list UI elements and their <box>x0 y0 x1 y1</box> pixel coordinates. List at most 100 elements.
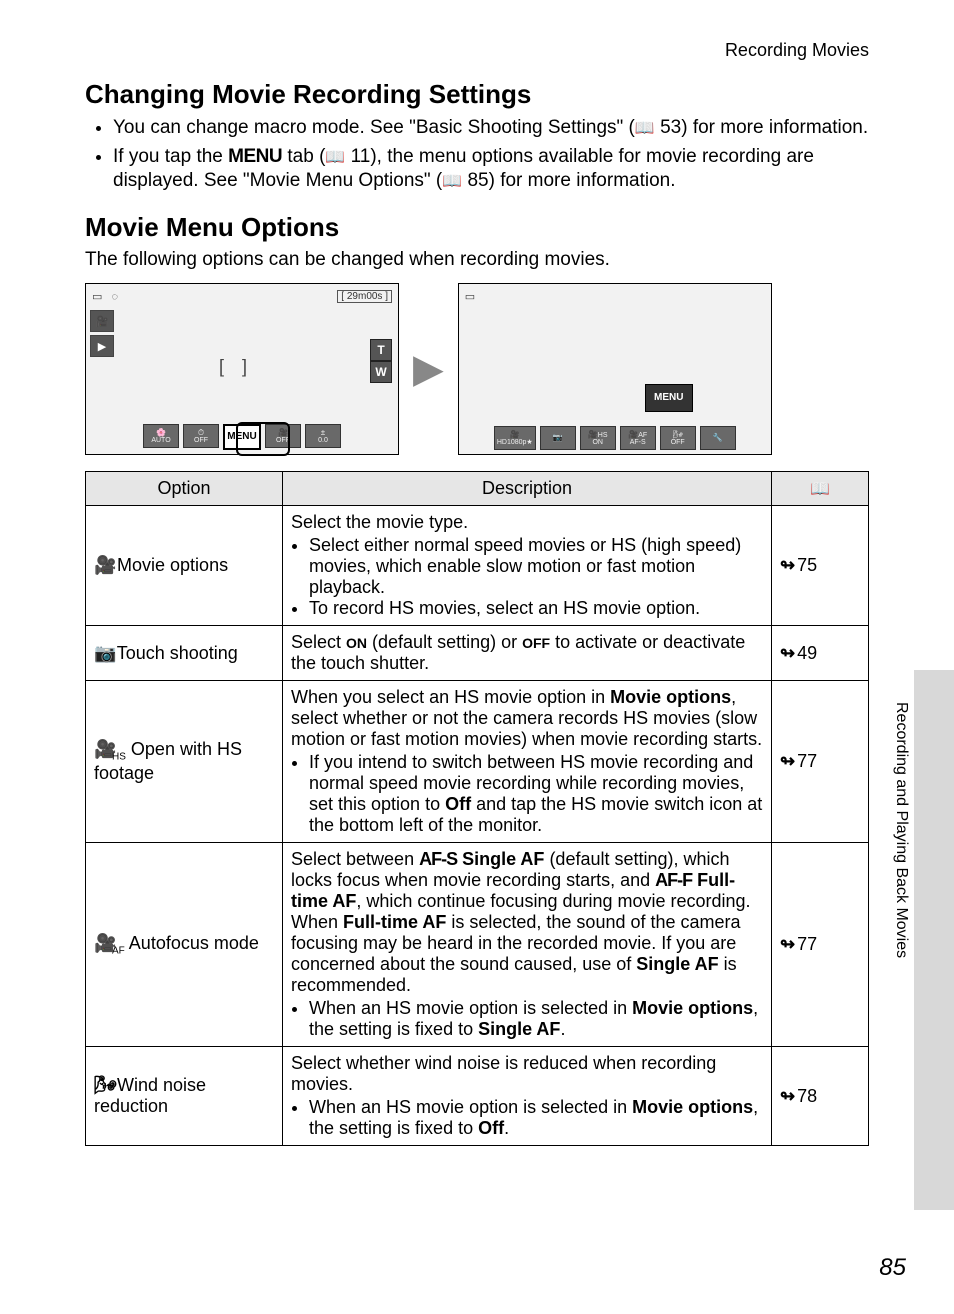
text: When you select an HS movie option in <box>291 687 610 707</box>
play-icon: ▶ <box>90 335 114 357</box>
book-icon <box>635 117 655 138</box>
bold: Movie options <box>632 1097 753 1117</box>
table-row: 🎥 Movie options Select the movie type. S… <box>86 506 869 626</box>
ref-icon <box>780 934 797 954</box>
bold: Movie options <box>632 998 753 1018</box>
desc-bullet: Select either normal speed movies or HS … <box>309 535 763 598</box>
text: Select <box>291 632 346 652</box>
bold: Single AF <box>636 954 718 974</box>
rec-time: [ 29m00s ] <box>337 290 392 303</box>
menu-highlight <box>236 422 290 456</box>
col-option: Option <box>86 472 283 506</box>
af-chip: 🎥AFAF-S <box>620 426 656 450</box>
bold: Single AF <box>457 849 544 869</box>
bold: Full-time AF <box>343 912 446 932</box>
option-name: Touch shooting <box>117 643 238 663</box>
text: . <box>560 1019 565 1039</box>
options-table: Option Description 🎥 Movie options Selec… <box>85 471 869 1146</box>
settings-bullets: You can change macro mode. See "Basic Sh… <box>85 116 869 194</box>
ref-icon <box>780 1086 797 1106</box>
ref-icon <box>780 751 797 771</box>
setup-chip: 🔧 <box>700 426 736 450</box>
zoom-out-icon: W <box>370 361 392 383</box>
text: , which continue focusing during movie r… <box>356 891 750 911</box>
battery-icon: ▭ <box>465 290 475 303</box>
camera-screenshot-1: ▭ ◌ [ 29m00s ] 🎥 ▶ [] T W 🌸AUTO ⏱OFF MEN… <box>85 283 399 455</box>
table-row: 🎥HS Open with HS footage When you select… <box>86 681 869 843</box>
arrow-icon: ▶ <box>413 346 444 392</box>
text: If you tap the <box>113 146 228 167</box>
option-name: Movie options <box>117 555 228 575</box>
af-icon: 🎥 <box>94 933 112 954</box>
desc-lead: Select the movie type. <box>291 512 468 532</box>
text: . <box>504 1118 509 1138</box>
menu-label-expanded: MENU <box>645 384 693 412</box>
ref-page: 49 <box>797 643 817 663</box>
bullet-macro: You can change macro mode. See "Basic Sh… <box>113 116 869 141</box>
text: ) for more information. <box>681 117 868 138</box>
wind-icon: 🌬 <box>94 1075 112 1096</box>
text: When <box>291 912 343 932</box>
camera-screenshot-2: ▭ MENU 🎥HD1080p★ 📷 🎥HSON 🎥AFAF-S 🌬OFF 🔧 <box>458 283 772 455</box>
book-icon <box>442 170 462 191</box>
text: When an HS movie option is selected in <box>309 1097 632 1117</box>
aff-glyph: AF-F <box>655 870 692 890</box>
table-row: 📷 Touch shooting Select ON (default sett… <box>86 626 869 681</box>
off-glyph: OFF <box>522 635 550 651</box>
bold: Off <box>478 1118 504 1138</box>
book-icon <box>325 146 345 167</box>
table-row: 🎥AF Autofocus mode Select between AF-S S… <box>86 843 869 1047</box>
bold: Movie options <box>610 687 731 707</box>
desc-bullet: If you intend to switch between HS movie… <box>309 752 763 836</box>
focus-brackets: [] <box>219 356 265 377</box>
desc-bullet: When an HS movie option is selected in M… <box>309 1097 763 1139</box>
desc-bullet: When an HS movie option is selected in M… <box>309 998 763 1040</box>
text: (default setting) or <box>367 632 522 652</box>
auto-chip: 🌸AUTO <box>143 424 179 448</box>
movie-quality-chip: 🎥HD1080p★ <box>494 426 536 450</box>
bold: Off <box>445 794 471 814</box>
breadcrumb: Recording Movies <box>85 40 869 61</box>
heading-movie-menu: Movie Menu Options <box>85 212 869 243</box>
on-glyph: ON <box>346 635 367 651</box>
hs-icon: 🎥 <box>94 739 112 760</box>
heading-changing-settings: Changing Movie Recording Settings <box>85 79 869 110</box>
col-reference <box>772 472 869 506</box>
touch-chip: 📷 <box>540 426 576 450</box>
timer-chip: ⏱OFF <box>183 424 219 448</box>
text: tab ( <box>282 146 325 167</box>
screenshot-row: ▭ ◌ [ 29m00s ] 🎥 ▶ [] T W 🌸AUTO ⏱OFF MEN… <box>85 283 869 455</box>
touch-icon: 📷 <box>94 643 112 664</box>
col-description: Description <box>283 472 772 506</box>
text: You can change macro mode. See "Basic Sh… <box>113 117 635 138</box>
page-ref: 11 <box>351 146 371 167</box>
ref-icon <box>780 555 797 575</box>
ref-page: 77 <box>797 934 817 954</box>
ref-page: 77 <box>797 751 817 771</box>
battery-icon: ▭ ◌ <box>92 290 118 303</box>
ref-page: 75 <box>797 555 817 575</box>
text: ) for more information. <box>489 170 676 191</box>
page-ref: 85 <box>467 170 488 191</box>
desc-bullet: To record HS movies, select an HS movie … <box>309 598 763 619</box>
wind-chip-2: 🌬OFF <box>660 426 696 450</box>
exposure-chip: ±0.0 <box>305 424 341 448</box>
movie-icon: 🎥 <box>94 555 112 576</box>
table-header-row: Option Description <box>86 472 869 506</box>
page-number: 85 <box>879 1254 906 1282</box>
text: Select between <box>291 849 419 869</box>
movie-mode-icon: 🎥 <box>90 310 114 332</box>
text: Select whether wind noise is reduced whe… <box>291 1053 716 1094</box>
page-ref: 53 <box>660 117 681 138</box>
bullet-menu-tab: If you tap the MENU tab ( 11), the menu … <box>113 145 869 194</box>
intro-text: The following options can be changed whe… <box>85 249 869 271</box>
bold: Single AF <box>478 1019 560 1039</box>
option-name: Autofocus mode <box>129 933 259 953</box>
ref-page: 78 <box>797 1086 817 1106</box>
afs-glyph: AF-S <box>419 849 457 869</box>
zoom-in-icon: T <box>370 339 392 361</box>
table-row: 🌬 Wind noise reduction Select whether wi… <box>86 1047 869 1146</box>
text: When an HS movie option is selected in <box>309 998 632 1018</box>
ref-icon <box>780 643 797 663</box>
menu-label: MENU <box>228 146 282 167</box>
